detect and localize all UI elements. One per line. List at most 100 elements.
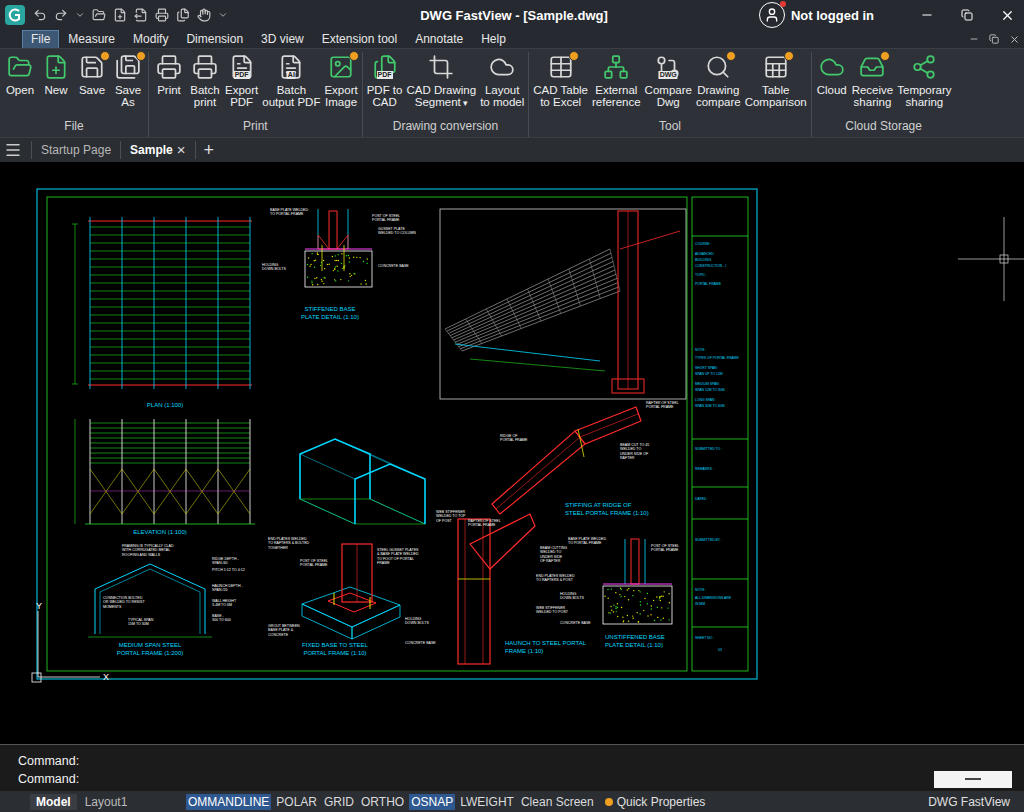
open-icon[interactable] bbox=[92, 8, 106, 22]
ribbon-group-title: Cloud Storage bbox=[814, 119, 954, 137]
document-tab[interactable]: Startup Page bbox=[31, 141, 120, 159]
annotation-note: RAFTER OF STEELPORTAL FRAME bbox=[646, 401, 679, 409]
ucs-y-label: Y bbox=[36, 601, 42, 611]
close-button[interactable] bbox=[990, 0, 1024, 30]
status-toggle[interactable]: Clean Screen bbox=[519, 794, 596, 810]
command-input-box[interactable] bbox=[934, 771, 1012, 788]
ucs-x-label: X bbox=[103, 672, 109, 682]
layout-tab[interactable]: Model bbox=[30, 794, 77, 810]
restore-button[interactable] bbox=[950, 0, 984, 30]
ribbon-button-label: CompareDwg bbox=[645, 84, 692, 108]
title-block-text: ALL DIMENSIONS ARE bbox=[695, 596, 732, 600]
annotation-note: HOLDINGDOWN BOLTS bbox=[405, 617, 429, 625]
files-icon[interactable] bbox=[176, 8, 190, 22]
doc-restore-button[interactable] bbox=[984, 34, 1004, 44]
hamburger-menu-icon[interactable] bbox=[4, 141, 22, 159]
crosshair-cursor bbox=[958, 217, 1024, 301]
ribbon-button[interactable]: SaveAs bbox=[110, 52, 146, 108]
ribbon-button[interactable]: Drawingcompare bbox=[694, 52, 743, 108]
new-file-icon[interactable] bbox=[113, 8, 127, 22]
undo-icon[interactable] bbox=[33, 8, 47, 22]
title-block-text: NOTE : bbox=[695, 588, 706, 592]
ribbon-button[interactable]: ExportImage bbox=[322, 52, 359, 108]
annotation-note: POST OF STEELPORTAL FRAME bbox=[651, 544, 679, 552]
title-block-text: SHORT SPAN : bbox=[695, 366, 719, 370]
ribbon-button[interactable]: Open bbox=[2, 52, 38, 96]
annotation-note: CONCRETE BASE bbox=[378, 264, 409, 268]
hand-icon[interactable] bbox=[197, 8, 211, 22]
title-block-text: SUBMITTED TO : bbox=[695, 447, 722, 451]
annotation-note: BASE PLATE WELDEDTO PORTAL FRAME bbox=[568, 537, 606, 545]
ribbon-button-label: PDF toCAD bbox=[367, 84, 403, 108]
ribbon-group: CAD Tableto ExcelExternalreferenceDWGCom… bbox=[529, 52, 811, 137]
ribbon-button[interactable]: PDFExportPDF bbox=[223, 52, 260, 108]
menu-item[interactable]: Modify bbox=[124, 30, 177, 49]
menu-item[interactable]: Annotate bbox=[406, 30, 472, 49]
user-avatar[interactable] bbox=[759, 2, 785, 28]
menu-item[interactable]: File bbox=[22, 30, 59, 49]
ribbon-button[interactable]: PDFPDF toCAD bbox=[365, 52, 405, 108]
annotation-note: POST OF STEELPORTAL FRAME bbox=[372, 214, 400, 222]
ribbon-group: CloudReceivesharingTemporarysharing Cloud… bbox=[812, 52, 956, 137]
dropdown-icon[interactable] bbox=[75, 10, 85, 20]
print-icon[interactable] bbox=[155, 8, 169, 22]
menu-item[interactable]: Measure bbox=[59, 30, 124, 49]
tab-close-button[interactable]: × bbox=[177, 143, 186, 157]
drawing-title: STIFFENED BASEPLATE DETAIL (1:10) bbox=[301, 306, 359, 320]
dropdown-icon[interactable] bbox=[218, 10, 228, 20]
status-toggle[interactable]: ORTHO bbox=[359, 794, 406, 810]
ribbon-button[interactable]: Save bbox=[74, 52, 110, 96]
ribbon-button[interactable]: CAD Tableto Excel bbox=[531, 52, 590, 108]
drawing-title: PLAN (1:100) bbox=[147, 402, 183, 408]
title-block-text: 03 bbox=[718, 648, 722, 652]
ribbon-button[interactable]: Receivesharing bbox=[850, 52, 896, 108]
title-block-text: CONSTRUCTION - I bbox=[695, 264, 726, 268]
login-status[interactable]: Not logged in bbox=[791, 8, 874, 23]
minimize-button[interactable] bbox=[910, 0, 944, 30]
status-toggle[interactable]: OSNAP bbox=[409, 794, 455, 810]
menu-item[interactable]: Extension tool bbox=[313, 30, 406, 49]
ribbon-button[interactable]: TableComparison bbox=[743, 52, 809, 108]
ribbon-button[interactable]: Batchprint bbox=[187, 52, 223, 108]
ribbon-button[interactable]: DWGCompareDwg bbox=[643, 52, 694, 108]
redo-icon[interactable] bbox=[54, 8, 68, 22]
annotation-note: TYPICAL SPAN15M TO 30M bbox=[128, 618, 154, 626]
dropdown-caret[interactable]: ▾ bbox=[463, 98, 468, 108]
menu-item[interactable]: 3D view bbox=[252, 30, 313, 49]
vip-badge bbox=[136, 51, 146, 61]
layout-tab[interactable]: Layout1 bbox=[79, 794, 134, 810]
plan-view bbox=[72, 217, 252, 389]
ribbon-button-label: Externalreference bbox=[592, 84, 641, 108]
ribbon-button[interactable]: Print bbox=[151, 52, 187, 96]
status-toggle[interactable]: OMMANDLINE bbox=[186, 794, 271, 810]
command-line[interactable]: Command: bbox=[18, 770, 1024, 788]
menu-item[interactable]: Help bbox=[472, 30, 515, 49]
status-toggle[interactable]: POLAR bbox=[274, 794, 319, 810]
doc-minimize-button[interactable] bbox=[964, 34, 984, 44]
ribbon-button[interactable]: Externalreference bbox=[590, 52, 643, 108]
annotation-note: RIDGE OFPORTAL FRAME bbox=[500, 434, 528, 442]
document-tab[interactable]: Sample× bbox=[120, 141, 194, 159]
status-toggle[interactable]: LWEIGHT bbox=[458, 794, 516, 810]
new-tab-button[interactable]: + bbox=[195, 141, 223, 159]
app-logo-icon[interactable] bbox=[4, 4, 26, 26]
ribbon-button[interactable]: New bbox=[38, 52, 74, 96]
menu-bar: FileMeasureModifyDimension3D viewExtensi… bbox=[0, 30, 1024, 48]
cad-drawing[interactable]: PLAN (1:100) STIFFENED BASEPLATE DETAIL (… bbox=[0, 162, 1024, 744]
minimize-icon bbox=[920, 8, 934, 22]
annotation-note: WEB STIFFENERWELDED TO TOPOF POST bbox=[436, 510, 466, 523]
ribbon-button[interactable]: Temporarysharing bbox=[895, 52, 953, 108]
quick-properties-toggle[interactable]: Quick Properties bbox=[605, 795, 706, 809]
ribbon-button[interactable]: Layoutto model bbox=[478, 52, 526, 108]
ribbon-button[interactable]: AIBatchoutput PDF bbox=[260, 52, 322, 108]
menu-item[interactable]: Dimension bbox=[177, 30, 252, 49]
ridge-stiffening-detail bbox=[492, 407, 641, 514]
ribbon-tool-icon bbox=[43, 54, 69, 80]
status-toggle[interactable]: GRID bbox=[322, 794, 356, 810]
drawing-canvas[interactable]: PLAN (1:100) STIFFENED BASEPLATE DETAIL (… bbox=[0, 162, 1024, 744]
ribbon-button[interactable]: CAD DrawingSegment▾ bbox=[404, 52, 478, 109]
export-icon[interactable] bbox=[134, 8, 148, 22]
ribbon-button[interactable]: Cloud bbox=[814, 52, 850, 96]
title-block-text: COURSE : bbox=[695, 242, 711, 246]
doc-close-button[interactable] bbox=[1004, 34, 1024, 45]
